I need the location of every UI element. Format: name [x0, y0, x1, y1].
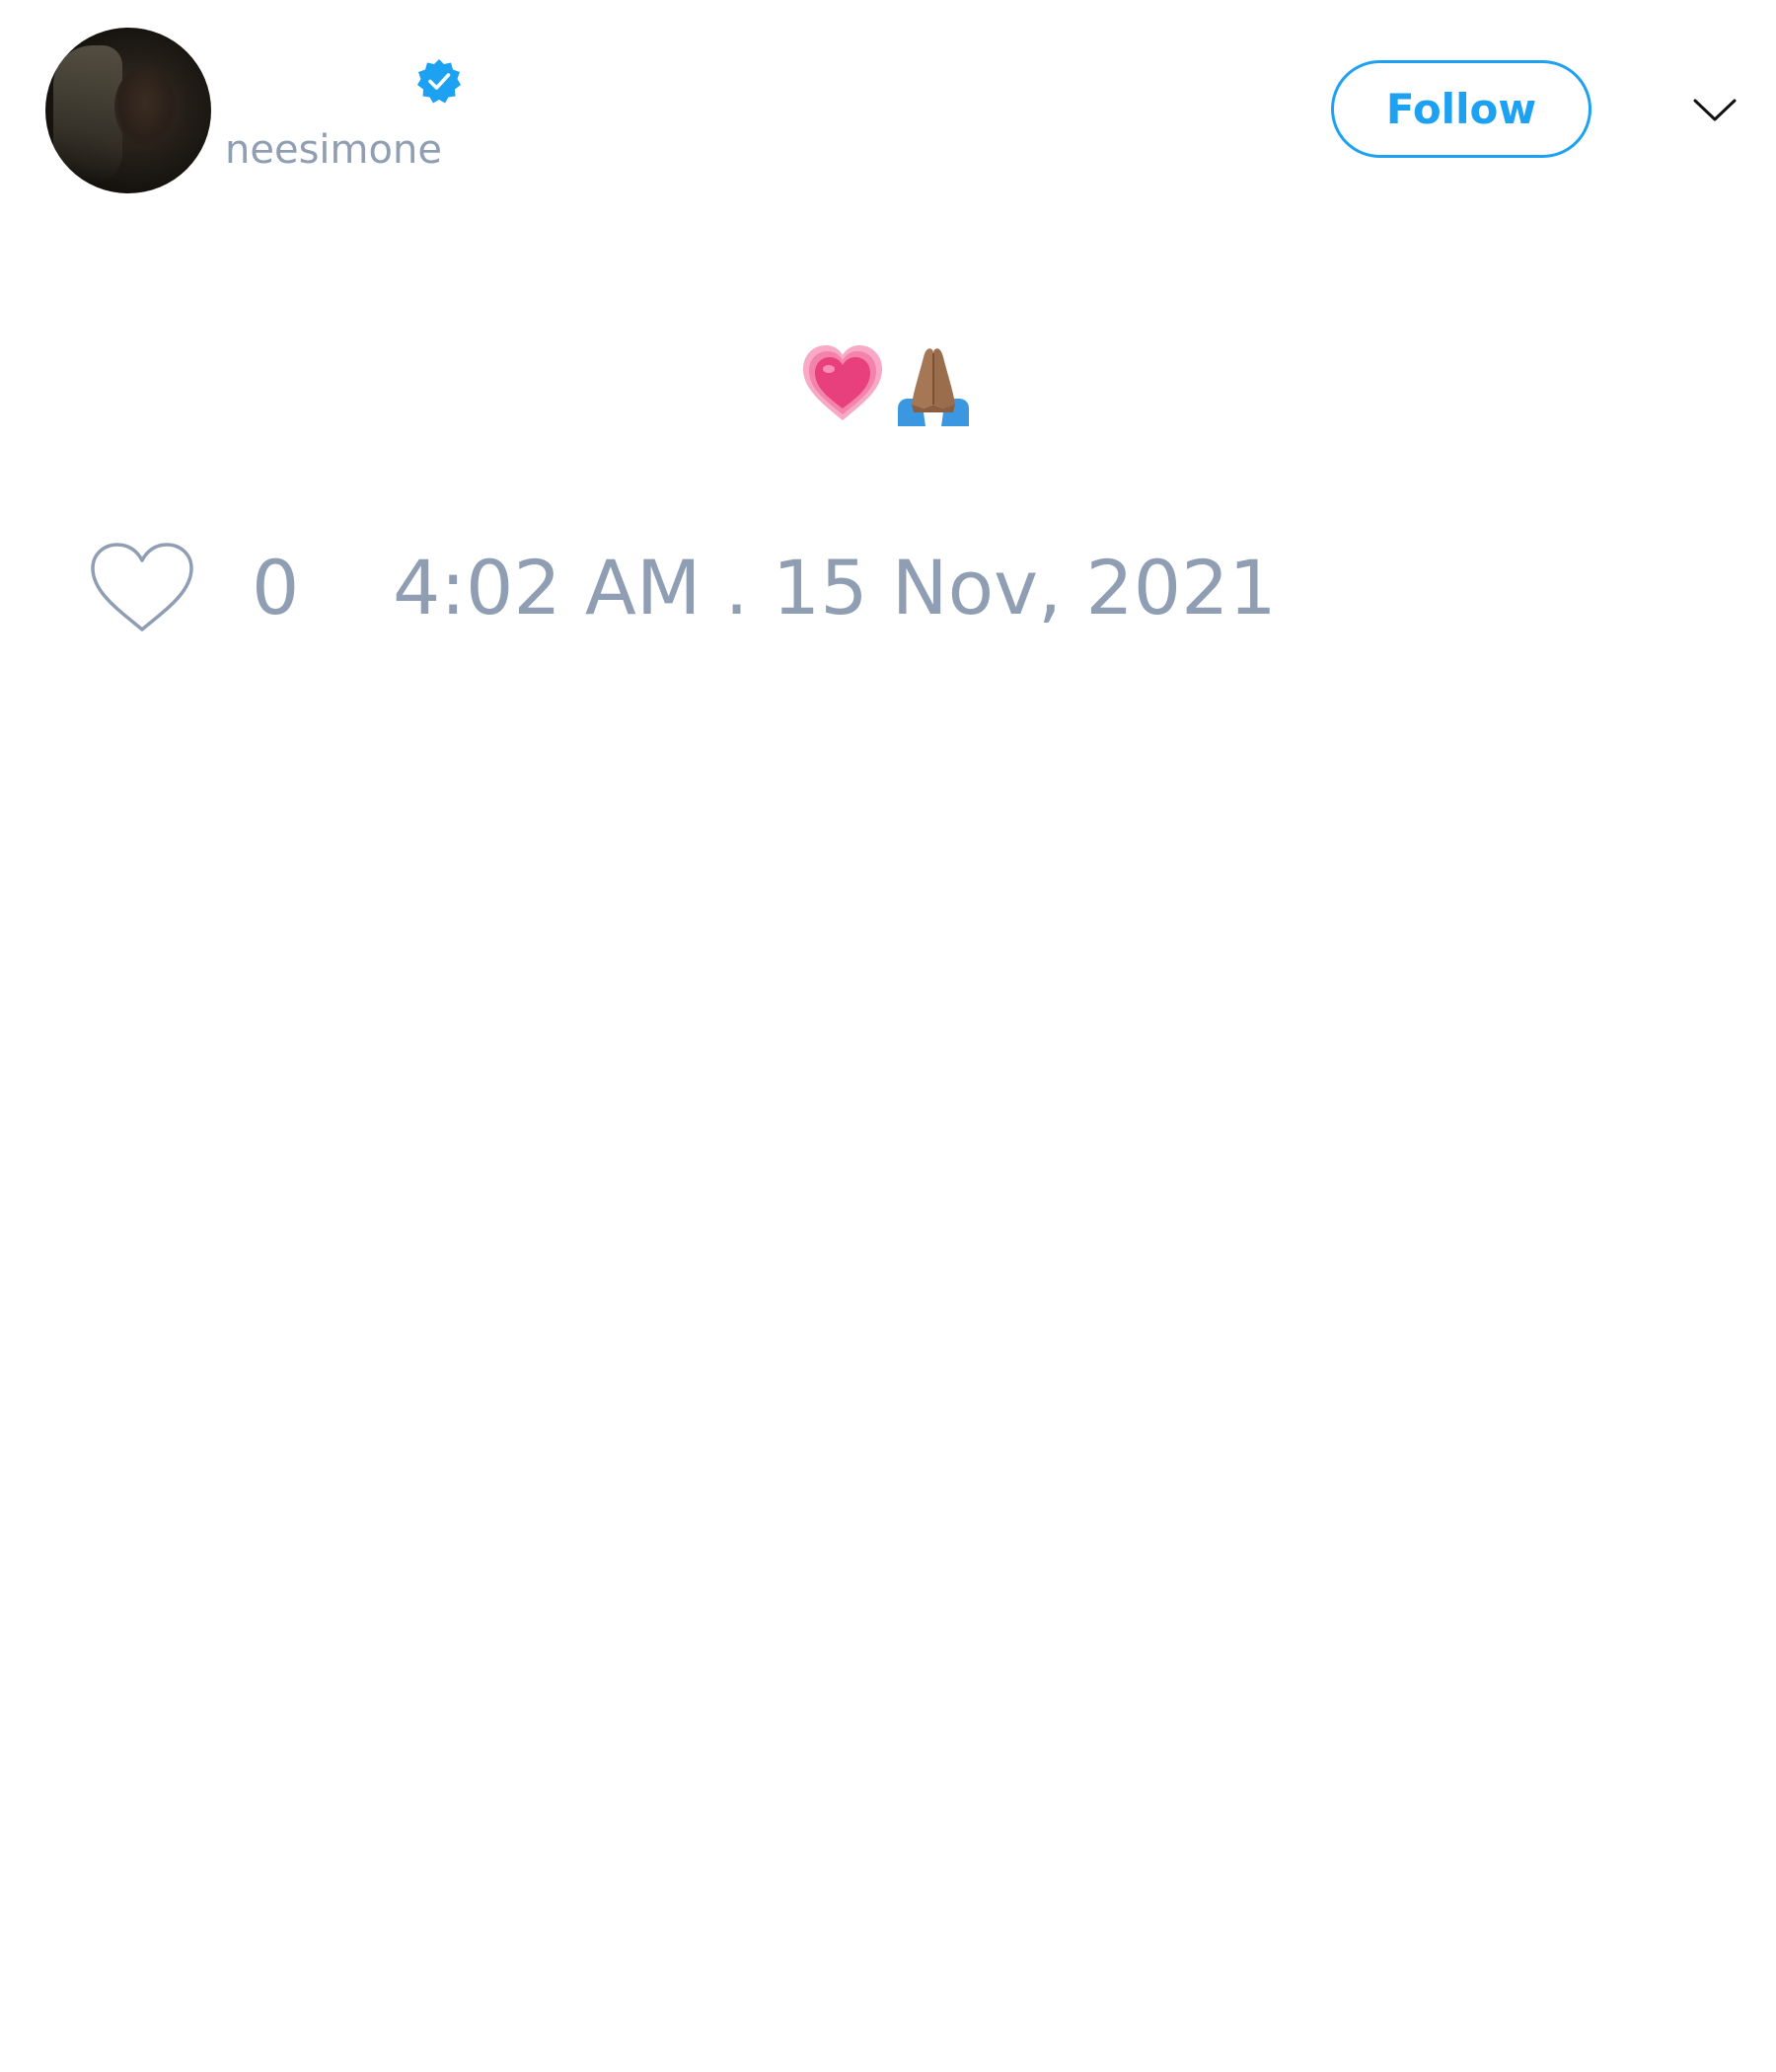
avatar-hair: [53, 45, 122, 184]
folded-hands-emoji: [898, 348, 969, 426]
growing-heart-emoji: [803, 345, 882, 420]
author-handle[interactable]: neesimone: [225, 126, 442, 174]
verified-badge-icon: [417, 59, 461, 104]
tweet-text: [0, 340, 1776, 429]
avatar[interactable]: [45, 28, 211, 193]
tweet-timestamp[interactable]: 4:02 AM . 15 Nov, 2021: [393, 545, 1277, 631]
chevron-down-icon[interactable]: [1691, 91, 1739, 130]
heart-icon[interactable]: [89, 541, 195, 635]
like-count: 0: [252, 544, 300, 631]
avatar-face: [114, 67, 176, 146]
follow-button[interactable]: Follow: [1331, 60, 1591, 158]
